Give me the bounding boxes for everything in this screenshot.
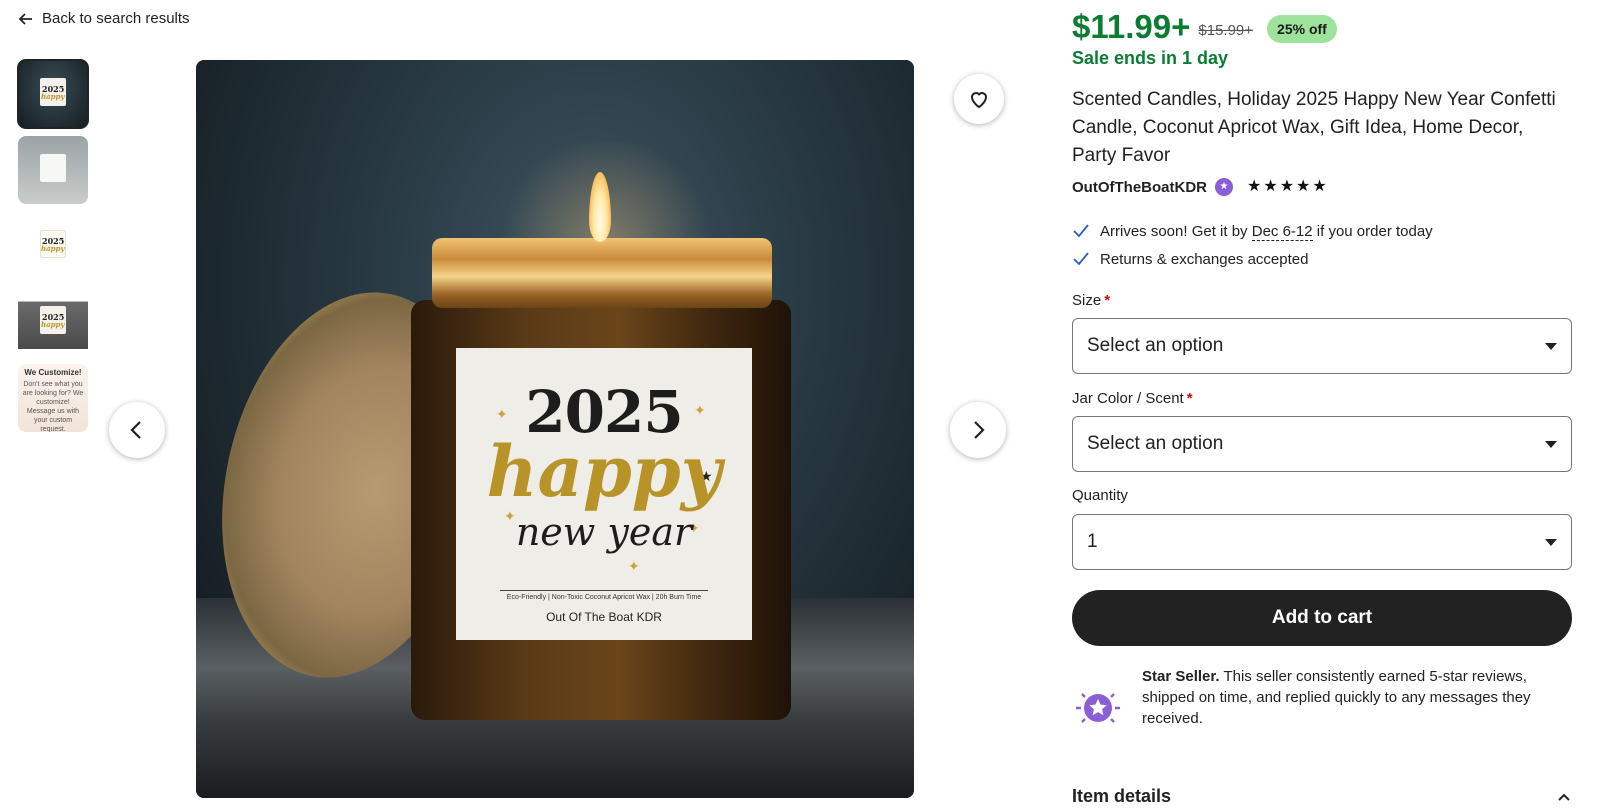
next-image-button[interactable]: [950, 402, 1006, 458]
main-product-image: ✦ ✦ ✦ ★ ✦ ✦ 2025 happy new year Eco-Frie…: [196, 60, 914, 798]
price-row: $11.99+ $15.99+ 25% off: [1072, 8, 1337, 46]
jar-color-label-text: Jar Color / Scent: [1072, 390, 1184, 407]
arrival-text: Arrives soon! Get it by Dec 6-12 if you …: [1100, 222, 1433, 241]
size-select-value: Select an option: [1087, 335, 1224, 356]
previous-image-button[interactable]: [109, 402, 165, 458]
star-icon: ★: [1296, 178, 1311, 195]
favorite-button[interactable]: [954, 74, 1004, 124]
star-seller-badge-icon: ★: [1215, 178, 1233, 196]
thumbnail-4[interactable]: 2025 happy: [18, 288, 88, 356]
star-seller-info: Star Seller. This seller consistently ea…: [1072, 666, 1572, 734]
thumbnail-5[interactable]: We Customize! Don't see what you are loo…: [18, 364, 88, 432]
thumbnail-1[interactable]: 2025 happy: [17, 59, 89, 129]
thumbnail-customize-title: We Customize!: [24, 368, 82, 377]
candle-label-brand: Out Of The Boat KDR: [546, 610, 662, 624]
size-select[interactable]: Select an option: [1072, 318, 1572, 374]
arrival-suffix: if you order today: [1316, 222, 1433, 240]
thumbnail-happy-text: happy: [41, 92, 65, 101]
thumbnail-happy-text: happy: [41, 320, 65, 329]
chevron-up-icon: [1558, 793, 1570, 801]
caret-down-icon: [1545, 342, 1557, 350]
caret-down-icon: [1545, 538, 1557, 546]
heart-icon: [970, 92, 988, 109]
thumbnail-customize-body: Don't see what you are looking for? We c…: [22, 381, 84, 432]
thumbnail-3[interactable]: 2025 happy: [18, 212, 88, 280]
caret-down-icon: [1545, 440, 1557, 448]
candle-label-fine-print: Eco-Friendly | Non-Toxic Coconut Apricot…: [506, 594, 702, 601]
thumbnail-happy-text: happy: [41, 244, 65, 253]
back-link-label: Back to search results: [42, 10, 190, 27]
candle-label-new-year: new year: [515, 510, 693, 554]
sale-price: $11.99+: [1072, 8, 1191, 45]
shop-name-link[interactable]: OutOfTheBoatKDR: [1072, 179, 1207, 196]
check-icon: [1073, 224, 1089, 238]
returns-perk: Returns & exchanges accepted: [1072, 250, 1308, 268]
thumbnail-customize-text: We Customize! Don't see what you are loo…: [22, 368, 84, 432]
arrival-prefix: Arrives soon! Get it by: [1100, 222, 1248, 240]
jar-color-select[interactable]: Select an option: [1072, 416, 1572, 472]
original-price: $15.99+: [1198, 21, 1254, 39]
rating-stars[interactable]: ★ ★ ★ ★ ★: [1247, 179, 1327, 195]
star-icon: ★: [1263, 178, 1278, 195]
arrival-date[interactable]: Dec 6-12: [1251, 222, 1313, 241]
required-marker: *: [1186, 390, 1193, 407]
thumbnail-list: 2025 happy 2025 happy 2025 happy We Cust…: [17, 59, 89, 440]
discount-badge: 25% off: [1267, 15, 1337, 43]
star-seller-title: Star Seller.: [1142, 668, 1220, 685]
arrival-perk: Arrives soon! Get it by Dec 6-12 if you …: [1072, 222, 1433, 241]
required-marker: *: [1104, 292, 1111, 309]
thumbnail-candle-label: [40, 154, 66, 182]
candle-label-divider: [500, 590, 708, 591]
returns-text: Returns & exchanges accepted: [1100, 250, 1309, 268]
star-icon: ★: [1279, 178, 1295, 195]
star-seller-text: Star Seller. This seller consistently ea…: [1142, 666, 1572, 734]
add-to-cart-button[interactable]: Add to cart: [1072, 590, 1572, 646]
confetti-star-icon: ✦: [628, 558, 640, 574]
shop-row: OutOfTheBoatKDR ★ ★ ★ ★ ★ ★: [1072, 178, 1327, 196]
item-details-label: Item details: [1072, 786, 1172, 806]
image-jar-rim: [432, 238, 772, 308]
quantity-label: Quantity: [1072, 487, 1128, 504]
jar-color-label: Jar Color / Scent *: [1072, 390, 1193, 407]
thumbnail-2[interactable]: [18, 136, 88, 204]
back-to-search-link[interactable]: Back to search results: [18, 10, 190, 27]
star-icon: ★: [1247, 178, 1262, 195]
chevron-left-icon: [130, 421, 141, 439]
arrow-left-icon: [18, 12, 32, 25]
size-label-text: Size: [1072, 292, 1102, 309]
star-icon: ★: [1312, 178, 1327, 195]
check-icon: [1073, 252, 1089, 266]
candle-label-happy: happy: [486, 430, 722, 513]
quantity-select[interactable]: 1: [1072, 514, 1572, 570]
image-candle-label: ✦ ✦ ✦ ★ ✦ ✦ 2025 happy new year Eco-Frie…: [456, 348, 752, 640]
size-label: Size *: [1072, 292, 1110, 309]
quantity-select-value: 1: [1087, 531, 1098, 552]
sale-ends-text: Sale ends in 1 day: [1072, 48, 1229, 68]
star-seller-icon: [1076, 693, 1120, 723]
product-title: Scented Candles, Holiday 2025 Happy New …: [1072, 89, 1556, 166]
jar-color-select-value: Select an option: [1087, 433, 1224, 454]
item-details-toggle[interactable]: Item details: [1072, 786, 1572, 807]
chevron-right-icon: [974, 421, 985, 439]
